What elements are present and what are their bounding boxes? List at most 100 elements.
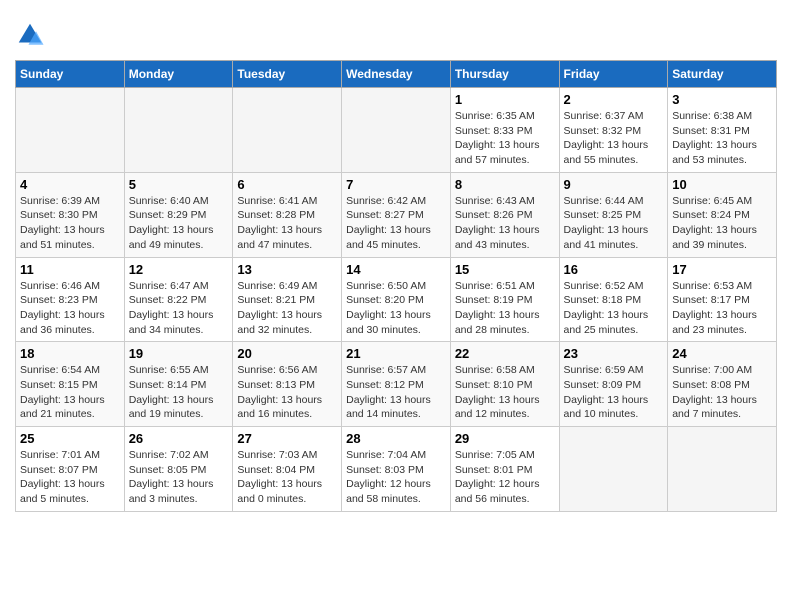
calendar-cell: 7 Sunrise: 6:42 AMSunset: 8:27 PMDaylight… bbox=[342, 172, 451, 257]
daylight-text: Daylight: 13 hours and 55 minutes. bbox=[564, 138, 664, 167]
weekday-header-friday: Friday bbox=[559, 61, 668, 88]
daylight-text: Daylight: 13 hours and 51 minutes. bbox=[20, 223, 120, 252]
sunset-text: Sunset: 8:07 PM bbox=[20, 463, 120, 478]
calendar-cell: 8Sunrise: 6:43 AMSunset: 8:26 PMDaylight… bbox=[450, 172, 559, 257]
calendar-cell: 13 Sunrise: 6:49 AMSunset: 8:21 PMDayligh… bbox=[233, 257, 342, 342]
sunset-text: Sunset: 8:25 PM bbox=[564, 208, 664, 223]
daylight-text: Daylight: 13 hours and 3 minutes. bbox=[129, 477, 229, 506]
daylight-text: Daylight: 13 hours and 0 minutes. bbox=[237, 477, 337, 506]
sunrise-text: Sunrise: 6:54 AM bbox=[20, 363, 120, 378]
week-row-2: 4Sunrise: 6:39 AMSunset: 8:30 PMDaylight… bbox=[16, 172, 777, 257]
sunset-text: Sunset: 8:01 PM bbox=[455, 463, 555, 478]
calendar-cell: 23Sunrise: 6:59 AMSunset: 8:09 PMDayligh… bbox=[559, 342, 668, 427]
calendar-cell: 17Sunrise: 6:53 AMSunset: 8:17 PMDayligh… bbox=[668, 257, 777, 342]
daylight-text: Daylight: 13 hours and 32 minutes. bbox=[237, 308, 337, 337]
weekday-header-monday: Monday bbox=[124, 61, 233, 88]
day-number: 12 bbox=[129, 262, 229, 277]
calendar-cell: 27 Sunrise: 7:03 AMSunset: 8:04 PMDayligh… bbox=[233, 427, 342, 512]
day-number: 27 bbox=[237, 431, 337, 446]
day-number: 11 bbox=[20, 262, 120, 277]
daylight-text: Daylight: 13 hours and 16 minutes. bbox=[237, 393, 337, 422]
sunrise-text: Sunrise: 6:55 AM bbox=[129, 363, 229, 378]
sunset-text: Sunset: 8:04 PM bbox=[237, 463, 337, 478]
day-number: 1 bbox=[455, 92, 555, 107]
sunrise-text: Sunrise: 6:37 AM bbox=[564, 109, 664, 124]
logo-icon bbox=[15, 20, 45, 50]
sunrise-text: Sunrise: 7:01 AM bbox=[20, 448, 120, 463]
daylight-text: Daylight: 13 hours and 14 minutes. bbox=[346, 393, 446, 422]
weekday-header-wednesday: Wednesday bbox=[342, 61, 451, 88]
day-info: Sunrise: 6:42 AMSunset: 8:27 PMDaylight:… bbox=[346, 194, 446, 253]
day-info: Sunrise: 6:46 AMSunset: 8:23 PMDaylight:… bbox=[20, 279, 120, 338]
day-number: 13 bbox=[237, 262, 337, 277]
header bbox=[15, 15, 777, 50]
day-number: 17 bbox=[672, 262, 772, 277]
sunset-text: Sunset: 8:26 PM bbox=[455, 208, 555, 223]
calendar-cell: 14Sunrise: 6:50 AMSunset: 8:20 PMDayligh… bbox=[342, 257, 451, 342]
day-number: 10 bbox=[672, 177, 772, 192]
sunrise-text: Sunrise: 7:02 AM bbox=[129, 448, 229, 463]
sunrise-text: Sunrise: 6:52 AM bbox=[564, 279, 664, 294]
calendar-cell bbox=[16, 88, 125, 173]
sunset-text: Sunset: 8:28 PM bbox=[237, 208, 337, 223]
sunrise-text: Sunrise: 6:49 AM bbox=[237, 279, 337, 294]
sunrise-text: Sunrise: 6:44 AM bbox=[564, 194, 664, 209]
day-info: Sunrise: 6:38 AMSunset: 8:31 PMDaylight:… bbox=[672, 109, 772, 168]
week-row-3: 11 Sunrise: 6:46 AMSunset: 8:23 PMDayligh… bbox=[16, 257, 777, 342]
day-info: Sunrise: 6:44 AMSunset: 8:25 PMDaylight:… bbox=[564, 194, 664, 253]
daylight-text: Daylight: 13 hours and 19 minutes. bbox=[129, 393, 229, 422]
sunset-text: Sunset: 8:23 PM bbox=[20, 293, 120, 308]
day-number: 18 bbox=[20, 346, 120, 361]
daylight-text: Daylight: 13 hours and 12 minutes. bbox=[455, 393, 555, 422]
day-number: 5 bbox=[129, 177, 229, 192]
sunrise-text: Sunrise: 7:04 AM bbox=[346, 448, 446, 463]
sunset-text: Sunset: 8:27 PM bbox=[346, 208, 446, 223]
sunrise-text: Sunrise: 6:57 AM bbox=[346, 363, 446, 378]
day-number: 2 bbox=[564, 92, 664, 107]
sunset-text: Sunset: 8:30 PM bbox=[20, 208, 120, 223]
calendar-cell: 20Sunrise: 6:56 AMSunset: 8:13 PMDayligh… bbox=[233, 342, 342, 427]
day-info: Sunrise: 6:49 AMSunset: 8:21 PMDaylight:… bbox=[237, 279, 337, 338]
calendar-cell: 21Sunrise: 6:57 AMSunset: 8:12 PMDayligh… bbox=[342, 342, 451, 427]
calendar-cell: 9Sunrise: 6:44 AMSunset: 8:25 PMDaylight… bbox=[559, 172, 668, 257]
day-number: 19 bbox=[129, 346, 229, 361]
weekday-header-tuesday: Tuesday bbox=[233, 61, 342, 88]
day-info: Sunrise: 7:05 AMSunset: 8:01 PMDaylight:… bbox=[455, 448, 555, 507]
calendar-cell bbox=[668, 427, 777, 512]
daylight-text: Daylight: 13 hours and 57 minutes. bbox=[455, 138, 555, 167]
sunset-text: Sunset: 8:19 PM bbox=[455, 293, 555, 308]
day-info: Sunrise: 7:01 AMSunset: 8:07 PMDaylight:… bbox=[20, 448, 120, 507]
calendar-cell: 22Sunrise: 6:58 AMSunset: 8:10 PMDayligh… bbox=[450, 342, 559, 427]
calendar-cell: 6Sunrise: 6:41 AMSunset: 8:28 PMDaylight… bbox=[233, 172, 342, 257]
calendar-cell: 11 Sunrise: 6:46 AMSunset: 8:23 PMDayligh… bbox=[16, 257, 125, 342]
weekday-header-thursday: Thursday bbox=[450, 61, 559, 88]
day-info: Sunrise: 6:52 AMSunset: 8:18 PMDaylight:… bbox=[564, 279, 664, 338]
day-info: Sunrise: 6:43 AMSunset: 8:26 PMDaylight:… bbox=[455, 194, 555, 253]
day-number: 26 bbox=[129, 431, 229, 446]
daylight-text: Daylight: 13 hours and 43 minutes. bbox=[455, 223, 555, 252]
day-info: Sunrise: 7:02 AMSunset: 8:05 PMDaylight:… bbox=[129, 448, 229, 507]
calendar-cell: 3Sunrise: 6:38 AMSunset: 8:31 PMDaylight… bbox=[668, 88, 777, 173]
daylight-text: Daylight: 13 hours and 36 minutes. bbox=[20, 308, 120, 337]
sunset-text: Sunset: 8:18 PM bbox=[564, 293, 664, 308]
weekday-header-sunday: Sunday bbox=[16, 61, 125, 88]
day-info: Sunrise: 6:55 AMSunset: 8:14 PMDaylight:… bbox=[129, 363, 229, 422]
day-info: Sunrise: 6:57 AMSunset: 8:12 PMDaylight:… bbox=[346, 363, 446, 422]
day-info: Sunrise: 6:35 AMSunset: 8:33 PMDaylight:… bbox=[455, 109, 555, 168]
calendar-cell: 29Sunrise: 7:05 AMSunset: 8:01 PMDayligh… bbox=[450, 427, 559, 512]
calendar-cell: 10Sunrise: 6:45 AMSunset: 8:24 PMDayligh… bbox=[668, 172, 777, 257]
daylight-text: Daylight: 13 hours and 10 minutes. bbox=[564, 393, 664, 422]
day-number: 20 bbox=[237, 346, 337, 361]
sunset-text: Sunset: 8:32 PM bbox=[564, 124, 664, 139]
sunrise-text: Sunrise: 6:45 AM bbox=[672, 194, 772, 209]
day-number: 7 bbox=[346, 177, 446, 192]
sunrise-text: Sunrise: 6:35 AM bbox=[455, 109, 555, 124]
daylight-text: Daylight: 12 hours and 56 minutes. bbox=[455, 477, 555, 506]
week-row-1: 1 Sunrise: 6:35 AMSunset: 8:33 PMDaylight… bbox=[16, 88, 777, 173]
day-info: Sunrise: 6:59 AMSunset: 8:09 PMDaylight:… bbox=[564, 363, 664, 422]
calendar-cell: 28Sunrise: 7:04 AMSunset: 8:03 PMDayligh… bbox=[342, 427, 451, 512]
day-info: Sunrise: 6:40 AMSunset: 8:29 PMDaylight:… bbox=[129, 194, 229, 253]
day-number: 16 bbox=[564, 262, 664, 277]
day-info: Sunrise: 7:03 AMSunset: 8:04 PMDaylight:… bbox=[237, 448, 337, 507]
sunrise-text: Sunrise: 6:41 AM bbox=[237, 194, 337, 209]
